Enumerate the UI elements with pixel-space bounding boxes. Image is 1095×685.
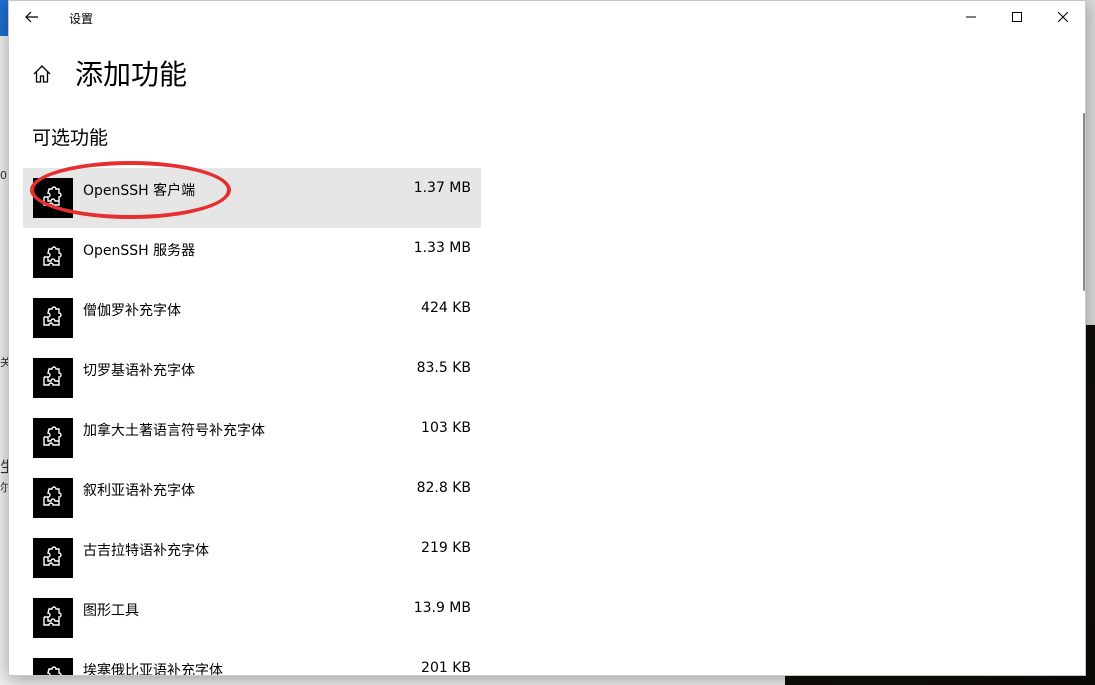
list-item[interactable]: 埃塞俄比亚语补充字体 201 KB	[23, 648, 481, 676]
feature-name: 叙利亚语补充字体	[83, 483, 195, 499]
settings-window: 设置 添加功能 可选功能 OpenSSH 客户端 1.37 MB OpenSSH…	[8, 0, 1086, 676]
feature-name: 古吉拉特语补充字体	[83, 543, 209, 559]
feature-size: 201 KB	[421, 660, 471, 676]
title-bar: 设置	[9, 1, 1085, 33]
maximize-icon	[1012, 12, 1022, 22]
puzzle-piece-icon	[33, 358, 73, 398]
feature-name: 加拿大土著语言符号补充字体	[83, 423, 265, 439]
puzzle-piece-icon	[33, 538, 73, 578]
feature-size: 83.5 KB	[416, 360, 471, 376]
list-item[interactable]: 叙利亚语补充字体 82.8 KB	[23, 468, 481, 528]
puzzle-piece-icon	[33, 238, 73, 278]
scrollbar-thumb[interactable]	[1083, 113, 1085, 291]
puzzle-piece-icon	[33, 478, 73, 518]
puzzle-piece-icon	[33, 418, 73, 458]
home-icon	[33, 65, 51, 83]
close-icon	[1058, 12, 1068, 22]
list-item[interactable]: OpenSSH 服务器 1.33 MB	[23, 228, 481, 288]
list-item[interactable]: 切罗基语补充字体 83.5 KB	[23, 348, 481, 408]
feature-name: OpenSSH 服务器	[83, 243, 196, 259]
back-arrow-icon	[25, 11, 38, 23]
list-item[interactable]: 古吉拉特语补充字体 219 KB	[23, 528, 481, 588]
puzzle-piece-icon	[33, 298, 73, 338]
back-button[interactable]	[19, 5, 45, 29]
feature-size: 82.8 KB	[416, 480, 471, 496]
close-button[interactable]	[1040, 1, 1085, 33]
feature-size: 103 KB	[421, 420, 471, 436]
list-item[interactable]: 僧伽罗补充字体 424 KB	[23, 288, 481, 348]
feature-size: 1.37 MB	[413, 180, 471, 196]
minimize-button[interactable]	[948, 1, 994, 33]
list-item[interactable]: OpenSSH 客户端 1.37 MB	[23, 168, 481, 228]
feature-size: 219 KB	[421, 540, 471, 556]
feature-name: 埃塞俄比亚语补充字体	[83, 663, 223, 676]
feature-name: 切罗基语补充字体	[83, 363, 195, 379]
feature-name: OpenSSH 客户端	[83, 183, 196, 199]
minimize-icon	[966, 16, 976, 18]
section-title: 可选功能	[32, 127, 109, 149]
feature-name: 僧伽罗补充字体	[83, 303, 181, 319]
puzzle-piece-icon	[33, 658, 73, 675]
page-title: 添加功能	[75, 58, 188, 91]
home-button[interactable]	[31, 63, 53, 85]
optional-features-list: OpenSSH 客户端 1.37 MB OpenSSH 服务器 1.33 MB …	[23, 168, 481, 676]
feature-size: 424 KB	[421, 300, 471, 316]
list-item[interactable]: 图形工具 13.9 MB	[23, 588, 481, 648]
list-item[interactable]: 加拿大土著语言符号补充字体 103 KB	[23, 408, 481, 468]
feature-size: 1.33 MB	[413, 240, 471, 256]
puzzle-piece-icon	[33, 598, 73, 638]
maximize-button[interactable]	[994, 1, 1040, 33]
feature-name: 图形工具	[83, 603, 139, 619]
puzzle-piece-icon	[33, 178, 73, 218]
window-title: 设置	[69, 12, 94, 26]
feature-size: 13.9 MB	[413, 600, 471, 616]
